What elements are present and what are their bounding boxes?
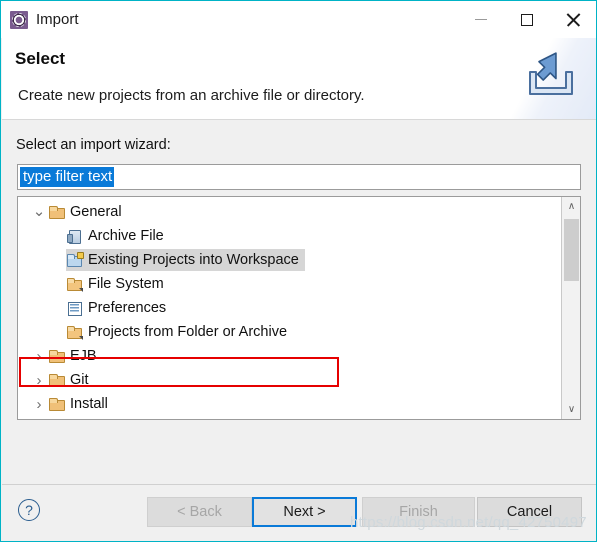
folder-open-icon bbox=[48, 372, 65, 388]
tree-item-git[interactable]: › Git bbox=[18, 368, 561, 392]
help-button[interactable]: ? bbox=[18, 499, 40, 521]
tree-item-file-system[interactable]: File System bbox=[18, 272, 561, 296]
arrow-badge-icon bbox=[79, 288, 83, 292]
tree-item-label: General bbox=[70, 204, 122, 220]
minimize-icon bbox=[475, 19, 487, 20]
import-wizard-dialog: Import Select Create new projects from a… bbox=[0, 0, 597, 542]
chevron-right-icon[interactable]: › bbox=[30, 372, 48, 389]
tree-item-hit-area[interactable]: Preferences bbox=[66, 297, 172, 319]
new-badge-icon bbox=[77, 252, 84, 259]
eclipse-wizard-gear-icon bbox=[10, 10, 28, 29]
folder-arrow-icon bbox=[66, 276, 83, 292]
scroll-up-icon[interactable]: ∧ bbox=[562, 197, 580, 216]
maximize-icon bbox=[521, 13, 533, 26]
tree-item-hit-area[interactable]: File System bbox=[66, 273, 170, 295]
button-bar: ? < Back Next > Finish Cancel bbox=[2, 484, 596, 541]
folder-arrow-icon bbox=[66, 324, 83, 340]
arrow-badge-icon bbox=[79, 336, 83, 340]
folder-open-icon bbox=[48, 348, 65, 364]
title-bar: Import bbox=[1, 1, 596, 38]
next-button[interactable]: Next > bbox=[252, 497, 357, 527]
tree-item-archive-file[interactable]: Archive File bbox=[18, 224, 561, 248]
cancel-button[interactable]: Cancel bbox=[477, 497, 582, 527]
back-button[interactable]: < Back bbox=[147, 497, 252, 527]
tree-item-label: EJB bbox=[70, 348, 97, 364]
close-icon bbox=[566, 13, 580, 27]
tree-item-label: File System bbox=[88, 276, 164, 292]
page-title: Select bbox=[15, 49, 66, 68]
tree-item-general[interactable]: ⌄ General bbox=[18, 200, 561, 224]
tree-item-hit-area[interactable]: Projects from Folder or Archive bbox=[66, 321, 293, 343]
tree-item-label: Projects from Folder or Archive bbox=[88, 324, 288, 340]
tree-item-hit-area[interactable]: › EJB bbox=[30, 345, 103, 367]
tree-item-hit-area[interactable]: ⌄ General bbox=[30, 201, 128, 223]
folder-open-icon bbox=[48, 396, 65, 412]
tree-item-label: Existing Projects into Workspace bbox=[88, 252, 299, 268]
tree-item-label: Archive File bbox=[88, 228, 164, 244]
dialog-body: Select an import wizard: type filter tex… bbox=[2, 120, 596, 484]
banner-area bbox=[504, 38, 596, 119]
scroll-down-icon[interactable]: ∨ bbox=[562, 400, 580, 419]
tree-item-hit-area[interactable]: › Git bbox=[30, 369, 95, 391]
tree-scrollbar[interactable]: ∧ ∨ bbox=[561, 197, 580, 419]
chevron-right-icon[interactable]: › bbox=[30, 348, 48, 365]
window-title: Import bbox=[36, 11, 79, 28]
tree-item-projects-from-folder-or-archive[interactable]: Projects from Folder or Archive bbox=[18, 320, 561, 344]
tree-item-label: Preferences bbox=[88, 300, 167, 316]
filter-input-value: type filter text bbox=[20, 167, 115, 187]
preferences-document-icon bbox=[66, 300, 83, 316]
tree-item-label: Git bbox=[70, 372, 89, 388]
chevron-right-icon[interactable]: › bbox=[30, 396, 48, 413]
tree-item-hit-area[interactable]: Archive File bbox=[66, 225, 170, 247]
tree-item-label: Install bbox=[70, 396, 108, 412]
window-controls bbox=[458, 1, 596, 38]
tree-item-preferences[interactable]: Preferences bbox=[18, 296, 561, 320]
folder-open-icon bbox=[48, 204, 65, 220]
import-arrow-tray-icon bbox=[529, 52, 573, 95]
tree-item-ejb[interactable]: › EJB bbox=[18, 344, 561, 368]
close-button[interactable] bbox=[550, 1, 596, 38]
tree-item-list: ⌄ General Archive File Existing Projects in… bbox=[18, 197, 561, 419]
finish-button[interactable]: Finish bbox=[362, 497, 475, 527]
tree-item-existing-projects-into-workspace[interactable]: Existing Projects into Workspace bbox=[18, 248, 561, 272]
wizard-select-label: Select an import wizard: bbox=[16, 137, 171, 153]
tree-item-hit-area[interactable]: Existing Projects into Workspace bbox=[66, 249, 305, 271]
scrollbar-thumb[interactable] bbox=[564, 219, 579, 281]
project-import-icon bbox=[66, 252, 84, 268]
wizard-header: Select Create new projects from an archi… bbox=[2, 38, 596, 120]
page-description: Create new projects from an archive file… bbox=[18, 87, 365, 104]
minimize-button[interactable] bbox=[458, 1, 504, 38]
archive-file-icon bbox=[66, 228, 83, 244]
import-wizard-tree[interactable]: ⌄ General Archive File Existing Projects in… bbox=[17, 196, 581, 420]
filter-input[interactable]: type filter text bbox=[17, 164, 581, 190]
maximize-button[interactable] bbox=[504, 1, 550, 38]
chevron-down-icon[interactable]: ⌄ bbox=[30, 204, 48, 219]
tree-item-install[interactable]: › Install bbox=[18, 392, 561, 416]
tree-item-hit-area[interactable]: › Install bbox=[30, 393, 114, 415]
